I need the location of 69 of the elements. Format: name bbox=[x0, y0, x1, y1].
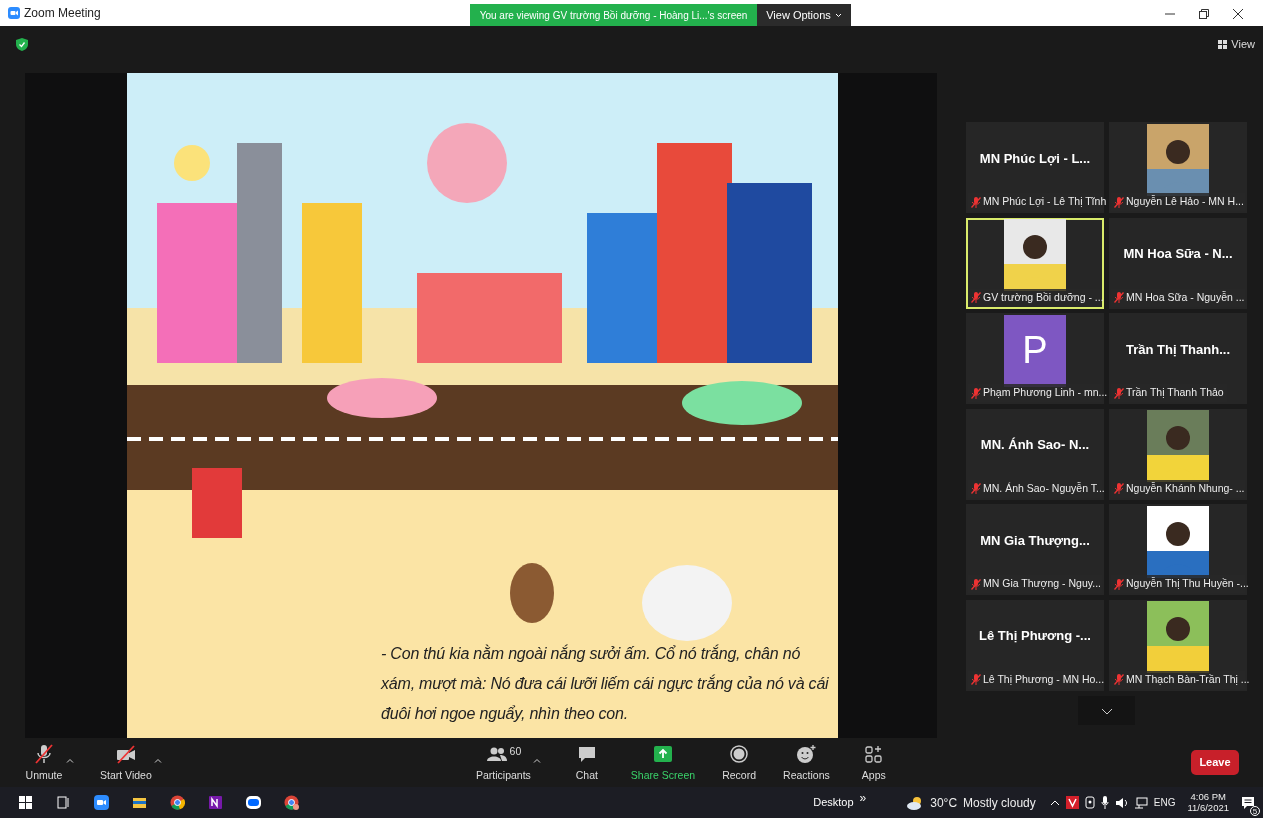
shield-icon bbox=[16, 38, 28, 51]
microphone-icon[interactable] bbox=[1100, 796, 1109, 809]
share-banner: You are viewing GV trường Bồi dưỡng - Hoàng Li...'s screen bbox=[470, 4, 757, 26]
participant-label: MN Gia Thượng - Nguy... bbox=[983, 576, 1101, 592]
network-icon[interactable] bbox=[1133, 796, 1148, 809]
start-icon bbox=[17, 795, 33, 810]
folder-icon bbox=[131, 795, 147, 810]
participant-label: MN Hoa Sữa - Nguyễn ... bbox=[1126, 289, 1245, 305]
video-button[interactable]: Start Video bbox=[100, 744, 152, 784]
participant-label: MN Phúc Lợi - Lê Thị Tĩnh bbox=[983, 194, 1107, 210]
participant-label: Nguyễn Thị Thu Huyền -... bbox=[1126, 576, 1249, 592]
participant-name: MN. Ánh Sao- N... bbox=[980, 436, 1090, 455]
window-title: Zoom Meeting bbox=[24, 5, 101, 22]
chat-button[interactable]: Chat bbox=[566, 744, 607, 784]
participant-label: Trần Thị Thanh Thảo bbox=[1126, 385, 1224, 401]
notebook-app-icon bbox=[207, 795, 223, 810]
temperature: 30°C bbox=[930, 794, 958, 812]
caret-up-icon bbox=[66, 758, 74, 764]
participant-name: MN Phúc Lợi - L... bbox=[979, 149, 1091, 168]
speaker-icon[interactable] bbox=[1114, 796, 1128, 809]
browser-icon bbox=[169, 795, 185, 810]
participant-label: GV trường Bồi dưỡng - ... bbox=[983, 289, 1104, 305]
toolbar-chevron[interactable]: » bbox=[859, 788, 867, 807]
chat-app-icon bbox=[245, 795, 261, 810]
leave-button[interactable]: Leave bbox=[1191, 750, 1239, 775]
participant-label: Lê Thị Phương - MN Ho... bbox=[983, 671, 1105, 687]
apps-icon bbox=[862, 744, 885, 766]
view-options-button[interactable]: View Options bbox=[757, 4, 851, 26]
slide-caption: - Con thú kia nằm ngoài nắng sưởi ấm. Cổ nó trắng, chân nó xám, mượt mà: Nó đưa cái lưỡi liếm cái ngực trắng của nó và cái đuôi hơi ngoe nguẩy, nhìn theo con. bbox=[381, 643, 830, 724]
caret-up-icon bbox=[532, 758, 541, 764]
participant-label: Nguyễn Lê Hảo - MN H... bbox=[1126, 194, 1244, 210]
chevron-down-icon bbox=[1100, 707, 1113, 715]
participant-name: Lê Thị Phương -... bbox=[979, 627, 1091, 646]
caret-up-icon bbox=[153, 758, 162, 764]
participant-name: Trần Thị Thanh... bbox=[1126, 340, 1230, 359]
antivirus-icon[interactable] bbox=[1065, 796, 1079, 809]
desktop-toolbar[interactable]: Desktop bbox=[813, 789, 854, 816]
chevron-up-icon[interactable] bbox=[1049, 799, 1060, 806]
view-button[interactable]: View bbox=[1218, 36, 1255, 53]
record-icon bbox=[728, 744, 751, 766]
avatar: P bbox=[1004, 314, 1066, 387]
participant-label: Phạm Phương Linh - mn... bbox=[983, 385, 1108, 401]
record-button[interactable]: Record bbox=[719, 744, 760, 784]
notification-count: 5 bbox=[1250, 805, 1260, 816]
smiley-icon bbox=[795, 744, 818, 766]
clock-time[interactable]: 4:06 PM bbox=[1190, 791, 1226, 803]
close-icon bbox=[1233, 8, 1243, 19]
zoom-app-icon bbox=[93, 795, 109, 810]
participant-label: Nguyễn Khánh Nhung- ... bbox=[1126, 480, 1245, 496]
language-indicator[interactable]: ENG bbox=[1153, 795, 1176, 810]
camera-icon[interactable] bbox=[1084, 796, 1095, 809]
participant-label: MN. Ánh Sao- Nguyễn T... bbox=[983, 480, 1105, 496]
task-view-icon bbox=[55, 795, 71, 810]
clock-date[interactable]: 11/6/2021 bbox=[1187, 802, 1229, 814]
participant-name: MN Hoa Sữa - N... bbox=[1123, 245, 1233, 264]
zoom-logo-icon bbox=[8, 7, 20, 19]
browser-icon bbox=[283, 795, 299, 810]
weather-text: Mostly cloudy bbox=[963, 794, 1036, 812]
participant-name: MN Gia Thượng... bbox=[980, 531, 1090, 550]
apps-button[interactable]: Apps bbox=[853, 744, 894, 784]
restore-icon bbox=[1199, 8, 1209, 19]
mic-button[interactable]: Unmute bbox=[24, 744, 64, 784]
participants-button[interactable]: 60 Participants bbox=[476, 744, 531, 784]
caret-icon bbox=[834, 12, 842, 18]
share-button[interactable]: Share Screen bbox=[630, 744, 696, 784]
participant-label: MN Thạch Bàn-Trần Thị ... bbox=[1126, 671, 1250, 687]
grid-icon bbox=[1218, 39, 1228, 49]
reactions-button[interactable]: Reactions bbox=[783, 744, 830, 784]
notification-icon[interactable] bbox=[1241, 795, 1255, 810]
